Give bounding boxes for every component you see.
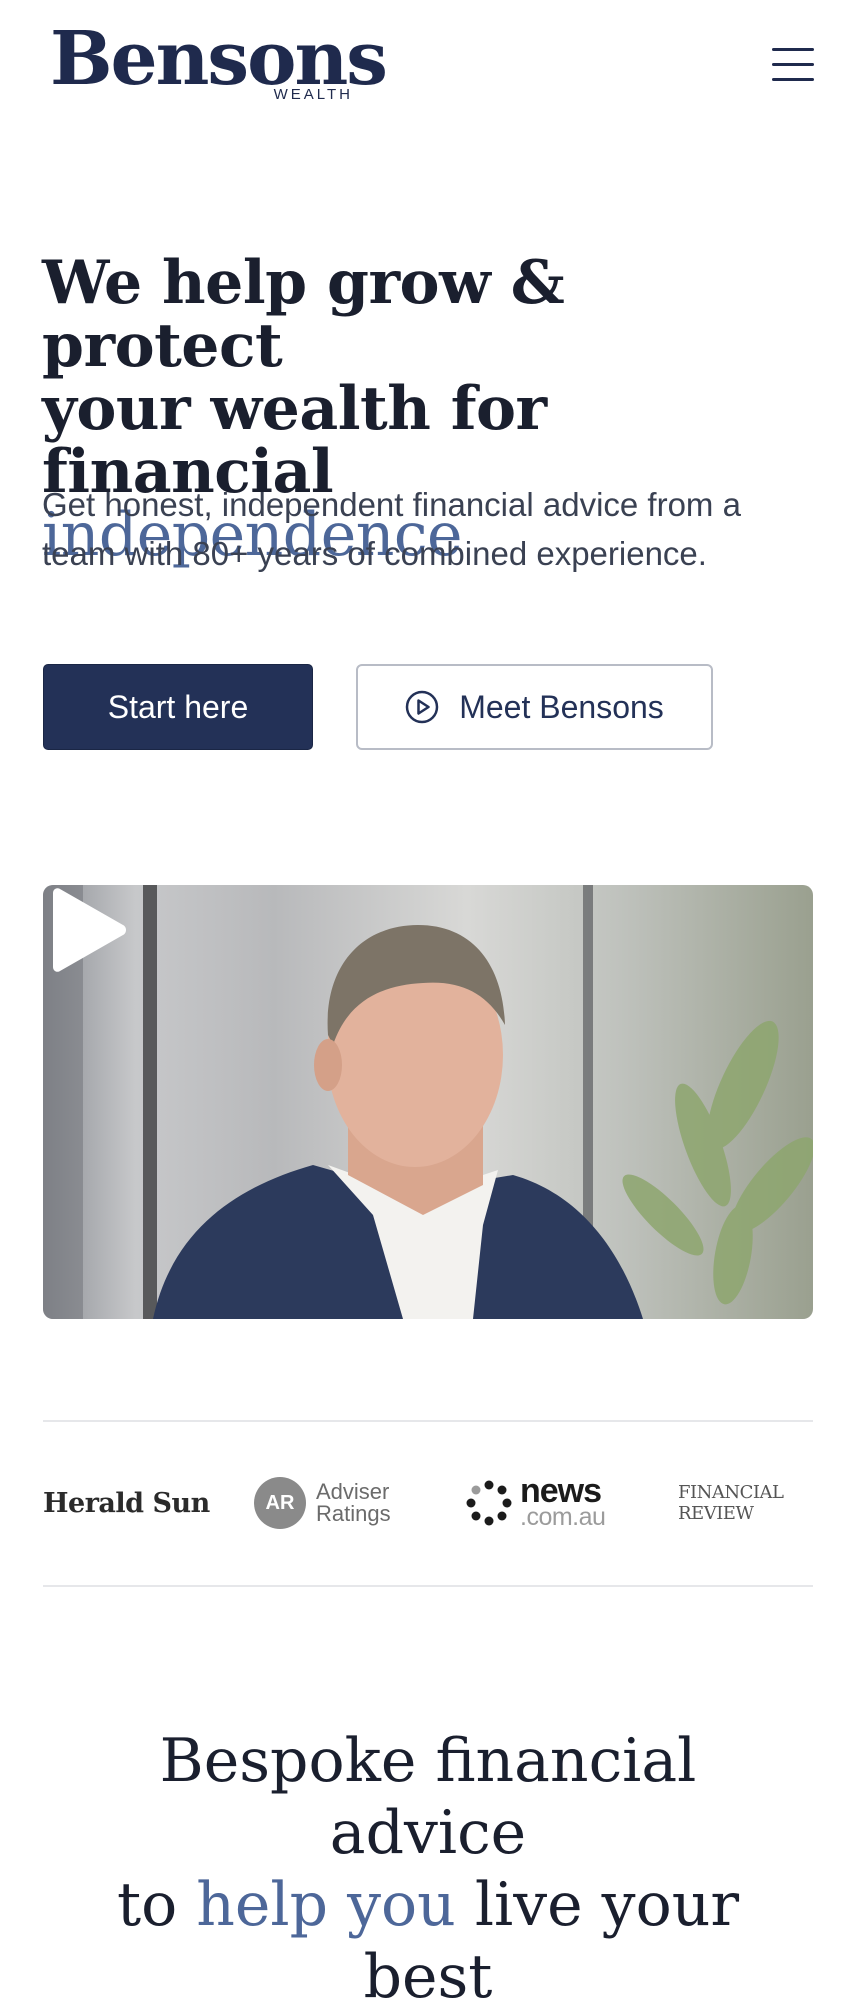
adviser-ratings-logo: AR Adviser Ratings xyxy=(254,1475,391,1531)
menu-bar xyxy=(772,48,814,51)
adviser-ratings-badge: AR xyxy=(254,1477,306,1529)
adviser-ratings-line2: Ratings xyxy=(316,1501,391,1526)
menu-bar xyxy=(772,63,814,66)
news-sub-text: .com.au xyxy=(520,1503,606,1531)
meet-bensons-label: Meet Bensons xyxy=(459,688,664,725)
financial-review-logo: FINANCIAL REVIEW xyxy=(678,1482,784,1524)
section-heading-highlight: help you xyxy=(196,1870,456,1940)
section-heading: Bespoke financial advice to help you liv… xyxy=(60,1725,796,2013)
hero-title-line1: We help grow & protect xyxy=(42,248,565,381)
section-heading-to: to xyxy=(116,1870,178,1940)
meet-bensons-button[interactable]: Meet Bensons xyxy=(356,664,713,750)
divider xyxy=(43,1420,813,1422)
video-thumbnail-image xyxy=(43,885,813,1319)
section-heading-line1: Bespoke financial advice xyxy=(159,1726,697,1868)
herald-sun-logo: Herald Sun xyxy=(43,1487,210,1519)
news-com-au-logo: news .com.au xyxy=(466,1474,606,1531)
menu-bar xyxy=(772,78,814,81)
news-wordmark: news .com.au xyxy=(520,1474,606,1531)
start-here-button[interactable]: Start here xyxy=(43,664,313,750)
play-circle-icon xyxy=(405,690,439,724)
hero-subtitle: Get honest, independent financial advice… xyxy=(42,486,741,572)
start-here-label: Start here xyxy=(107,688,249,725)
news-dots-icon xyxy=(466,1480,512,1526)
hamburger-menu-icon[interactable] xyxy=(772,48,814,84)
logo-subtitle: WEALTH xyxy=(273,86,353,103)
logo-wordmark: Bensons xyxy=(50,16,388,102)
divider xyxy=(43,1585,813,1587)
adviser-ratings-text: Adviser Ratings xyxy=(316,1481,391,1525)
play-icon[interactable] xyxy=(43,885,133,975)
bensons-wealth-logo[interactable]: Bensons WEALTH xyxy=(50,22,388,107)
intro-video[interactable] xyxy=(43,885,813,1319)
adviser-ratings-line1: Adviser xyxy=(316,1479,390,1504)
